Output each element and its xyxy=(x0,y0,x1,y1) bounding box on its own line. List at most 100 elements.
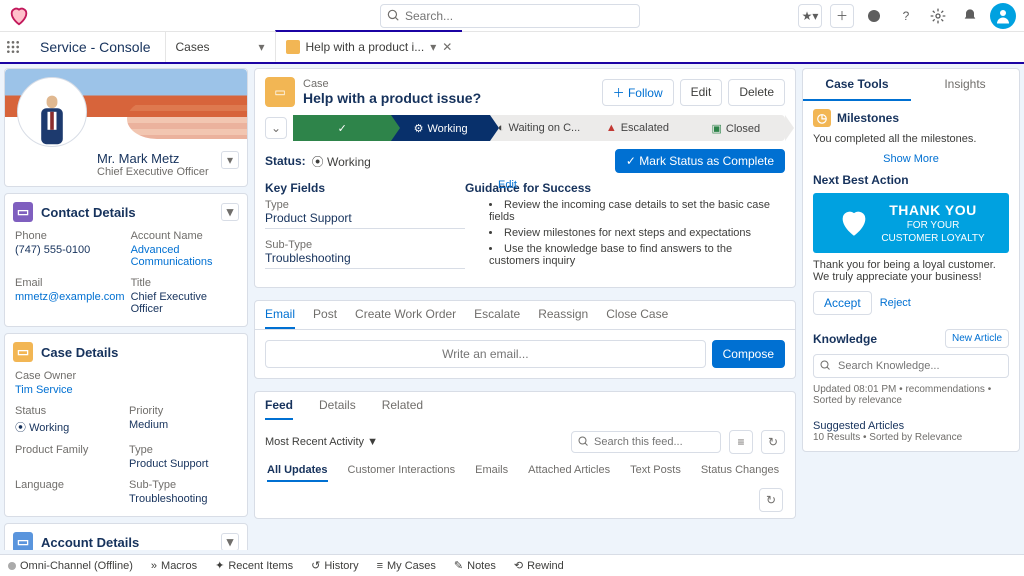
owner-link[interactable]: Tim Service xyxy=(15,384,237,397)
setup-gear-icon[interactable] xyxy=(926,4,950,28)
tab-reassign[interactable]: Reassign xyxy=(538,307,588,329)
utility-bar: Omni-Channel (Offline) »Macros ✦Recent I… xyxy=(0,554,1024,576)
path-stage-closed[interactable]: ▣Closed xyxy=(687,115,785,141)
chevron-down-icon[interactable]: ▾ xyxy=(252,40,264,54)
knowledge-search-input[interactable] xyxy=(813,354,1009,378)
feed-tab-details[interactable]: Details xyxy=(319,398,356,420)
feed-tab-feed[interactable]: Feed xyxy=(265,398,293,420)
favorites-button[interactable]: ★▾ xyxy=(798,4,822,28)
contact-icon: ▭ xyxy=(13,202,33,222)
tab-create-work-order[interactable]: Create Work Order xyxy=(355,307,456,329)
help-icon[interactable]: ? xyxy=(894,4,918,28)
compose-input[interactable] xyxy=(265,340,706,368)
list-item: Review milestones for next steps and exp… xyxy=(489,227,785,239)
activity-publisher: Email Post Create Work Order Escalate Re… xyxy=(254,300,796,379)
status-label: Status: xyxy=(265,154,306,168)
util-rewind[interactable]: ⟲Rewind xyxy=(514,559,564,572)
right-tab-insights[interactable]: Insights xyxy=(911,69,1019,101)
panel-title: Account Details xyxy=(41,535,139,550)
nav-tab-label: Cases xyxy=(176,40,210,54)
sub-tab-attached-articles[interactable]: Attached Articles xyxy=(528,464,610,482)
accept-button[interactable]: Accept xyxy=(813,291,872,315)
sub-tab-text-posts[interactable]: Text Posts xyxy=(630,464,681,482)
status-value: ⦿ Working xyxy=(312,153,371,170)
field-value: (747) 555-0100 xyxy=(15,244,125,257)
sub-tab-status-changes[interactable]: Status Changes xyxy=(701,464,779,482)
compose-button[interactable]: Compose xyxy=(712,340,785,368)
follow-button[interactable]: ＋ Follow xyxy=(602,79,674,106)
knowledge-header: Knowledge xyxy=(813,332,877,346)
tab-email[interactable]: Email xyxy=(265,307,295,329)
util-macros[interactable]: »Macros xyxy=(151,560,197,572)
field-label: Email xyxy=(15,277,125,289)
account-link[interactable]: Advanced Communications xyxy=(131,244,237,269)
nav-tab-cases[interactable]: Cases ▾ xyxy=(165,32,275,62)
edit-button[interactable]: Edit xyxy=(680,79,723,106)
profile-role: Chief Executive Officer xyxy=(97,166,209,178)
user-avatar[interactable] xyxy=(990,3,1016,29)
tab-escalate[interactable]: Escalate xyxy=(474,307,520,329)
salesforce-icon[interactable] xyxy=(862,4,886,28)
feed-sort-button[interactable]: Most Recent Activity ▼ xyxy=(265,436,378,448)
heart-icon xyxy=(837,206,871,240)
feed-tab-related[interactable]: Related xyxy=(382,398,423,420)
util-my-cases[interactable]: ≡My Cases xyxy=(377,560,436,572)
feed-search-input[interactable] xyxy=(571,431,721,453)
nav-bar: Service - Console Cases ▾ Help with a pr… xyxy=(0,32,1024,64)
notifications-bell-icon[interactable] xyxy=(958,4,982,28)
new-article-button[interactable]: New Article xyxy=(945,329,1009,348)
path-stage-escalated[interactable]: ▲Escalated xyxy=(588,115,686,141)
sub-tab-emails[interactable]: Emails xyxy=(475,464,508,482)
feed-filter-button[interactable]: ≡ xyxy=(729,430,753,454)
nba-header: Next Best Action xyxy=(813,173,1009,187)
panel-menu-button[interactable]: ▾ xyxy=(221,533,239,550)
loyalty-banner: THANK YOUFOR YOURCUSTOMER LOYALTY xyxy=(813,193,1009,253)
case-title: Help with a product issue? xyxy=(303,90,481,106)
sub-tab-customer-interactions[interactable]: Customer Interactions xyxy=(348,464,456,482)
util-omni-channel[interactable]: Omni-Channel (Offline) xyxy=(8,560,133,572)
field-label: Sub-Type xyxy=(265,239,465,251)
panel-title: Case Details xyxy=(41,345,118,360)
util-notes[interactable]: ✎Notes xyxy=(454,559,496,572)
profile-menu-button[interactable]: ▾ xyxy=(221,151,239,169)
util-history[interactable]: ↺History xyxy=(311,559,358,572)
field-value: Product Support xyxy=(129,458,237,471)
chevron-down-icon[interactable]: ▾ xyxy=(424,40,436,54)
delete-button[interactable]: Delete xyxy=(728,79,785,106)
highlights-panel: ▭ Case Help with a product issue? ＋ Foll… xyxy=(254,68,796,288)
account-details-panel: ▭ Account Details ▾ xyxy=(4,523,248,550)
mark-complete-button[interactable]: ✓ Mark Status as Complete xyxy=(615,149,785,173)
panel-menu-button[interactable]: ▾ xyxy=(221,203,239,221)
contact-details-panel: ▭ Contact Details ▾ Phone(747) 555-0100 … xyxy=(4,193,248,327)
path-stage-working[interactable]: ⚙Working xyxy=(391,115,489,141)
close-icon[interactable]: ✕ xyxy=(436,40,452,54)
subtab-case[interactable]: Help with a product i... ▾ ✕ xyxy=(275,30,463,62)
tab-close-case[interactable]: Close Case xyxy=(606,307,668,329)
key-fields-edit-link[interactable]: Edit xyxy=(498,179,517,191)
reject-link[interactable]: Reject xyxy=(880,297,911,309)
field-label: Type xyxy=(265,199,465,211)
path-expand-button[interactable]: ⌄ xyxy=(265,117,287,139)
feed-refresh-button[interactable]: ↻ xyxy=(761,430,785,454)
global-search-input[interactable] xyxy=(380,4,640,28)
show-more-link[interactable]: Show More xyxy=(883,153,939,165)
path-stage-waiting[interactable]: ◐Waiting on C... xyxy=(490,115,588,141)
email-link[interactable]: mmetz@example.com xyxy=(15,291,125,304)
field-label: Product Family xyxy=(15,444,123,456)
subtab-label: Help with a product i... xyxy=(306,40,425,54)
tab-post[interactable]: Post xyxy=(313,307,337,329)
search-icon xyxy=(819,359,831,371)
case-icon: ▭ xyxy=(13,342,33,362)
guidance-list: Review the incoming case details to set … xyxy=(489,199,785,279)
sub-tab-all-updates[interactable]: All Updates xyxy=(267,464,328,482)
milestones-message: You completed all the milestones. xyxy=(813,133,1009,145)
field-value: Product Support xyxy=(265,211,465,229)
app-launcher-icon[interactable] xyxy=(0,32,26,62)
suggested-meta: 10 Results • Sorted by Relevance xyxy=(813,432,1009,443)
path-stage-complete[interactable]: ✓ xyxy=(293,115,391,141)
add-button[interactable]: ＋ xyxy=(830,4,854,28)
feed-refresh-bottom-button[interactable]: ↻ xyxy=(759,488,783,512)
right-tab-case-tools[interactable]: Case Tools xyxy=(803,69,911,101)
util-recent-items[interactable]: ✦Recent Items xyxy=(215,559,293,572)
right-panel: Case Tools Insights ◷Milestones You comp… xyxy=(802,68,1020,452)
